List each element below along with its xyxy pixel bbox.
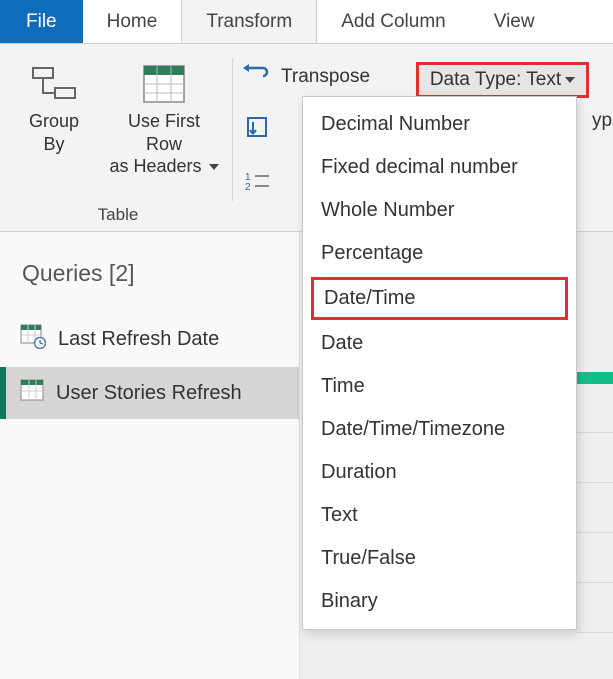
query-item-label: User Stories Refresh: [56, 382, 242, 405]
tab-file[interactable]: File: [0, 0, 83, 43]
group-by-icon: [31, 58, 77, 110]
menu-item-binary[interactable]: Binary: [303, 580, 576, 623]
data-type-button-label: Data Type: Text: [430, 69, 561, 91]
queries-panel: Queries [2] Last Refresh Date: [0, 232, 300, 679]
grid-line: [577, 432, 613, 433]
query-item-user-stories-refresh[interactable]: User Stories Refresh: [0, 367, 299, 419]
grid-line: [577, 582, 613, 583]
use-first-row-label: Use First Row as Headers: [108, 110, 220, 178]
svg-text:2: 2: [245, 182, 251, 192]
data-type-dropdown-menu: Decimal Number Fixed decimal number Whol…: [302, 96, 577, 630]
tab-home[interactable]: Home: [83, 0, 182, 43]
column-header-fragment: [577, 372, 613, 384]
tab-bar: File Home Transform Add Column View: [0, 0, 613, 44]
ribbon-separator: [232, 58, 233, 201]
transpose-label[interactable]: Transpose: [279, 52, 370, 88]
chevron-down-icon: [209, 164, 219, 170]
grid-line: [577, 532, 613, 533]
tab-label: Home: [107, 11, 158, 33]
query-table-icon: [20, 323, 46, 355]
menu-item-whole-number[interactable]: Whole Number: [303, 189, 576, 232]
menu-item-date-time-timezone[interactable]: Date/Time/Timezone: [303, 408, 576, 451]
queries-header: Queries [2]: [0, 232, 299, 311]
group-by-button[interactable]: Group By: [8, 52, 100, 201]
tab-label: Add Column: [341, 11, 446, 33]
menu-item-true-false[interactable]: True/False: [303, 537, 576, 580]
menu-item-percentage[interactable]: Percentage: [303, 232, 576, 275]
grid-line: [577, 482, 613, 483]
ribbon-group-label-table: Table: [8, 201, 228, 231]
menu-item-duration[interactable]: Duration: [303, 451, 576, 494]
tab-transform[interactable]: Transform: [181, 0, 317, 43]
menu-item-date-time[interactable]: Date/Time: [311, 277, 568, 320]
menu-item-decimal-number[interactable]: Decimal Number: [303, 103, 576, 146]
transpose-icon[interactable]: [243, 62, 273, 91]
tab-label: File: [26, 11, 57, 33]
count-rows-icon[interactable]: 1 2: [245, 170, 271, 197]
chevron-down-icon: [565, 77, 575, 83]
menu-item-text[interactable]: Text: [303, 494, 576, 537]
grid-line: [577, 632, 613, 633]
menu-item-date[interactable]: Date: [303, 322, 576, 365]
tab-label: View: [494, 11, 535, 33]
menu-item-fixed-decimal-number[interactable]: Fixed decimal number: [303, 146, 576, 189]
tab-label: Transform: [206, 11, 292, 33]
group-by-label: Group By: [29, 110, 79, 155]
query-item-last-refresh-date[interactable]: Last Refresh Date: [0, 311, 299, 367]
tab-view[interactable]: View: [470, 0, 559, 43]
table-headers-icon: [142, 58, 186, 110]
reverse-rows-icon[interactable]: [245, 115, 271, 146]
query-table-icon: [20, 379, 44, 407]
use-first-row-as-headers-button[interactable]: Use First Row as Headers: [100, 52, 228, 201]
menu-item-time[interactable]: Time: [303, 365, 576, 408]
data-type-dropdown-button[interactable]: Data Type: Text: [416, 62, 589, 98]
truncated-text-fragment: yp: [592, 110, 612, 132]
tab-add-column[interactable]: Add Column: [317, 0, 470, 43]
query-item-label: Last Refresh Date: [58, 328, 219, 351]
